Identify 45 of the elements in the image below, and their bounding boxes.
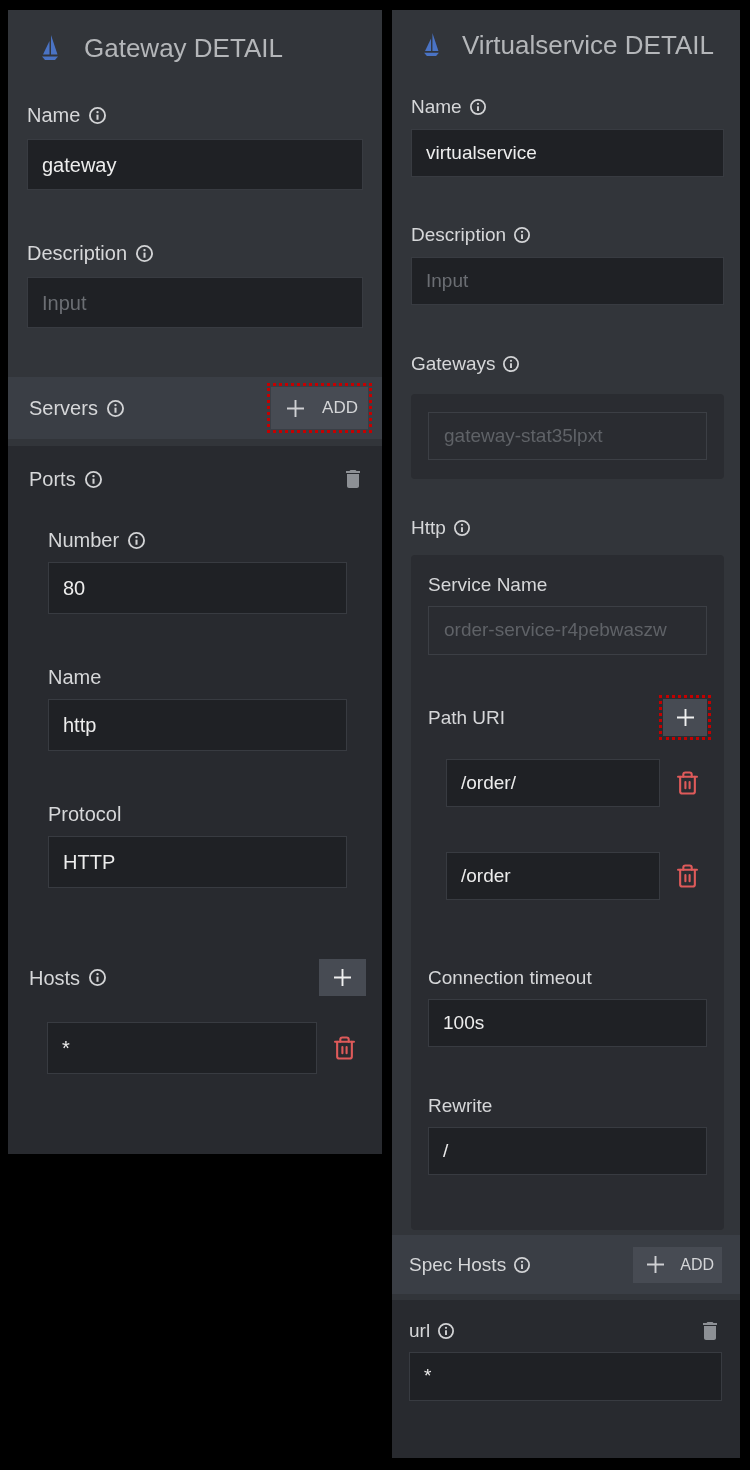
field-label: Name — [27, 103, 81, 127]
trash-icon[interactable] — [677, 864, 698, 888]
add-button[interactable]: ADD — [271, 387, 368, 429]
text-input[interactable]: * — [409, 1352, 722, 1401]
plus-icon — [334, 969, 351, 986]
text-input[interactable]: / — [428, 1127, 707, 1175]
trash-icon[interactable] — [703, 1322, 717, 1340]
text-input[interactable]: 80 — [48, 562, 347, 614]
panel-title: Virtualservice DETAIL — [462, 29, 714, 61]
text-input[interactable]: /order/ — [446, 759, 660, 807]
field-label: Number — [48, 528, 120, 552]
add-button[interactable] — [319, 959, 366, 996]
trash-icon[interactable] — [677, 771, 698, 795]
field-label: Name — [411, 95, 462, 119]
add-button[interactable]: ADD — [633, 1246, 722, 1283]
field-label: Description — [411, 223, 507, 247]
text-input[interactable]: gateway — [27, 139, 363, 190]
section-label: Servers — [29, 396, 98, 420]
field-label: Service Name — [428, 573, 548, 597]
plus-icon — [647, 1256, 665, 1273]
trash-icon[interactable] — [334, 1036, 355, 1060]
section-label: Http — [411, 516, 446, 540]
section-label: Gateways — [411, 352, 496, 376]
field-label: Rewrite — [428, 1094, 493, 1118]
section-label: Ports — [29, 467, 76, 491]
sailboat-icon — [42, 35, 58, 61]
section-label: Spec Hosts — [409, 1252, 507, 1277]
text-input[interactable]: HTTP — [48, 836, 347, 888]
text-input[interactable]: 100s — [428, 999, 707, 1047]
field-label: Connection timeout — [428, 966, 592, 990]
panel-title: Gateway DETAIL — [84, 32, 283, 64]
field-label: url — [409, 1319, 431, 1343]
text-input[interactable]: /order — [446, 852, 660, 900]
field-label: Description — [27, 241, 128, 265]
field-label: Name — [48, 665, 102, 689]
trash-icon[interactable] — [346, 470, 360, 488]
text-input[interactable]: virtualservice — [411, 129, 724, 177]
sailboat-icon — [424, 33, 439, 57]
field-label: Protocol — [48, 802, 122, 826]
section-label: Hosts — [29, 965, 81, 990]
text-input[interactable]: * — [47, 1022, 317, 1074]
plus-icon — [287, 399, 305, 417]
field-label: Path URI — [428, 705, 506, 730]
plus-icon — [676, 709, 694, 726]
text-input[interactable]: http — [48, 699, 347, 751]
